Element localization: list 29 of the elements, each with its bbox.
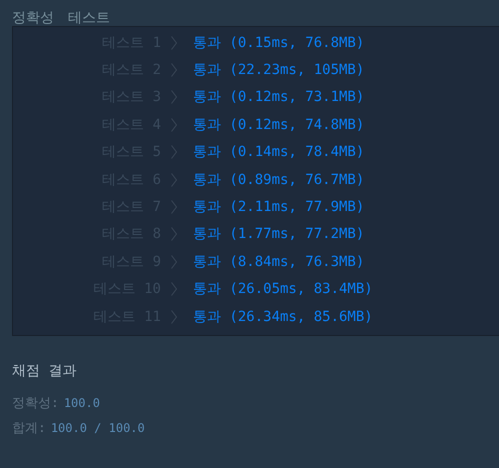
test-result: 통과 (0.89ms, 76.7MB) bbox=[193, 170, 364, 189]
chevron-icon bbox=[171, 90, 177, 104]
chevron-icon bbox=[171, 200, 177, 214]
test-result: 통과 (0.12ms, 73.1MB) bbox=[193, 88, 364, 106]
test-result: 통과 (0.15ms, 76.8MB) bbox=[193, 34, 364, 52]
summary-label: 합계: bbox=[12, 420, 46, 436]
test-result: 통과 (0.12ms, 74.8MB) bbox=[193, 116, 364, 134]
test-result: 통과 (26.34ms, 85.6MB) bbox=[193, 308, 373, 326]
test-result: 통과 (26.05ms, 83.4MB) bbox=[193, 280, 373, 298]
chevron-icon bbox=[171, 118, 177, 132]
chevron-icon bbox=[171, 227, 177, 242]
section-title: 테스트 bbox=[68, 9, 110, 26]
chevron-icon bbox=[171, 310, 177, 324]
summary-value: 100.0 bbox=[64, 396, 100, 410]
test-result: 통과 (22.23ms, 105MB) bbox=[193, 61, 364, 80]
section-label: 정확성 bbox=[12, 9, 54, 26]
test-result: 통과 (2.11ms, 77.9MB) bbox=[193, 198, 364, 216]
summary-label: 정확성: bbox=[12, 394, 59, 412]
chevron-icon bbox=[171, 172, 177, 187]
test-result: 통과 (1.77ms, 77.2MB) bbox=[193, 225, 364, 244]
test-result: 통과 (0.14ms, 78.4MB) bbox=[193, 143, 364, 162]
chevron-icon bbox=[171, 63, 177, 78]
summary-title: 채점 결과 bbox=[12, 362, 78, 380]
test-result: 통과 (8.84ms, 76.3MB) bbox=[193, 252, 364, 271]
chevron-icon bbox=[171, 36, 177, 50]
chevron-icon bbox=[171, 254, 177, 269]
chevron-icon bbox=[171, 282, 177, 296]
summary-value: 100.0 / 100.0 bbox=[50, 420, 145, 434]
chevron-icon bbox=[171, 145, 177, 160]
